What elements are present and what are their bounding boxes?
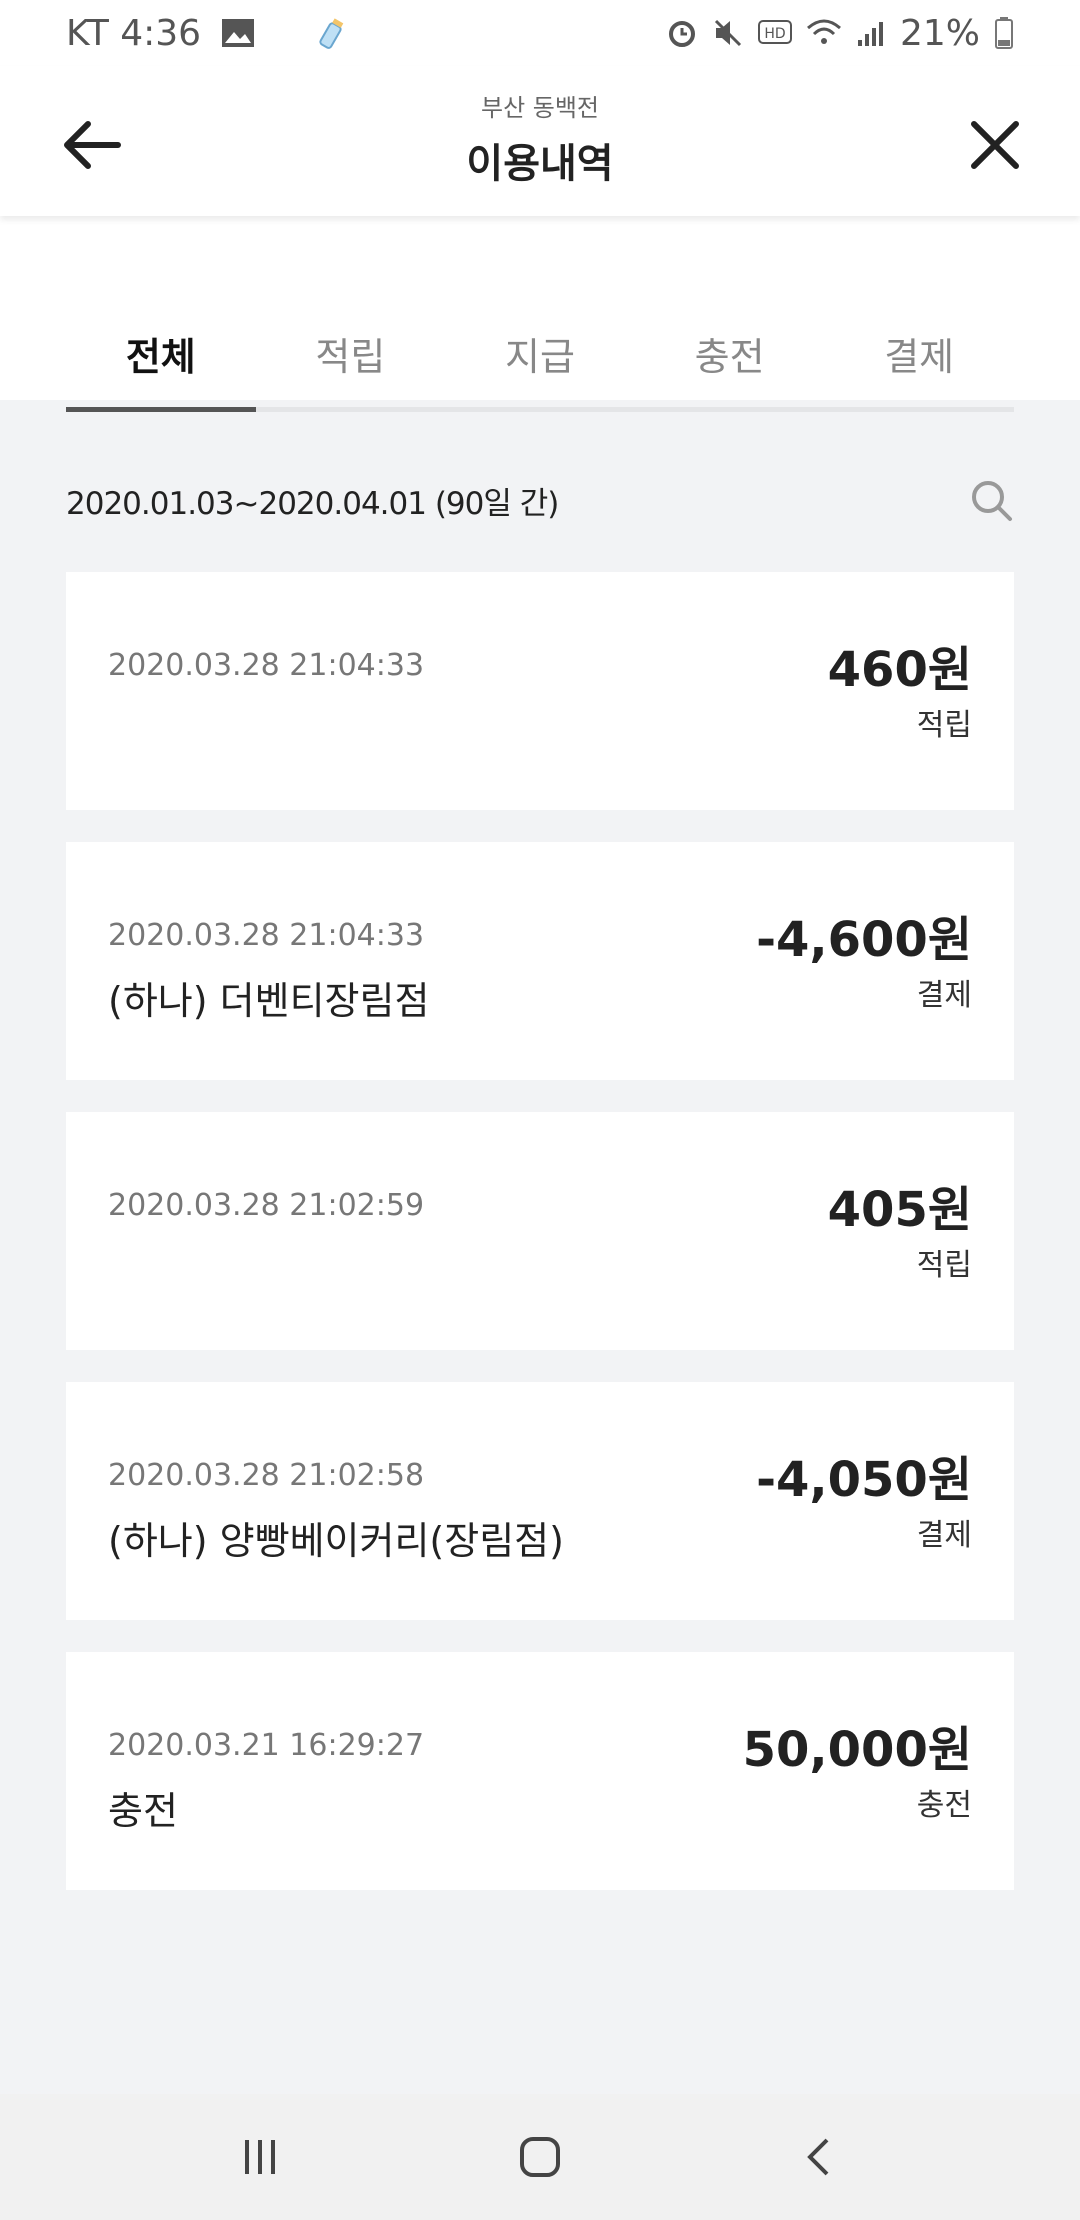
transaction-item[interactable]: 2020.03.21 16:29:27 충전 50,000원 충전 xyxy=(66,1652,1014,1890)
alarm-icon xyxy=(666,17,698,49)
transaction-item[interactable]: 2020.03.28 21:04:33 (하나) 더벤티장림점 -4,600원 … xyxy=(66,842,1014,1080)
transaction-list: 2020.03.28 21:04:33 460원 적립 2020.03.28 2… xyxy=(66,572,1014,1922)
tabs-container: 전체 적립 지급 충전 결제 xyxy=(0,216,1080,412)
status-bar: KT 4:36 HD 21% xyxy=(0,0,1080,66)
tab-payment[interactable]: 결제 xyxy=(824,306,1014,407)
page-title: 이용내역 xyxy=(466,141,614,187)
baby-bottle-icon xyxy=(315,15,349,51)
transaction-type: 적립 xyxy=(916,1248,972,1283)
wifi-icon xyxy=(806,18,842,48)
transaction-type: 결제 xyxy=(916,1518,972,1553)
recent-apps-icon xyxy=(245,2140,275,2174)
transaction-datetime: 2020.03.28 21:04:33 xyxy=(108,918,425,953)
hd-icon: HD xyxy=(757,19,792,47)
transaction-type: 적립 xyxy=(916,708,972,743)
battery-icon xyxy=(994,16,1014,50)
transaction-merchant: 충전 xyxy=(108,1789,178,1833)
close-button[interactable] xyxy=(960,110,1030,180)
transaction-item[interactable]: 2020.03.28 21:02:59 405원 적립 xyxy=(66,1112,1014,1350)
svg-text:HD: HD xyxy=(764,26,785,42)
transaction-datetime: 2020.03.28 21:02:58 xyxy=(108,1458,425,1493)
battery-percent: 21% xyxy=(899,12,980,54)
transaction-datetime: 2020.03.28 21:02:59 xyxy=(108,1188,425,1223)
period-row: 2020.01.03~2020.04.01 (90일 간) xyxy=(66,470,1014,530)
system-nav-bar xyxy=(0,2094,1080,2220)
app-header: 부산 동백전 이용내역 xyxy=(0,66,1080,216)
header-titles: 부산 동백전 이용내역 xyxy=(0,88,1080,189)
tab-charge[interactable]: 충전 xyxy=(635,306,825,407)
header-subtitle: 부산 동백전 xyxy=(480,94,600,122)
back-nav-button[interactable] xyxy=(780,2117,860,2197)
signal-icon xyxy=(856,18,886,48)
search-icon xyxy=(972,481,1012,521)
carrier-time: KT 4:36 xyxy=(66,12,202,54)
transaction-type: 결제 xyxy=(916,978,972,1013)
close-icon xyxy=(971,121,1019,169)
home-button[interactable] xyxy=(500,2117,580,2197)
tab-bar: 전체 적립 지급 충전 결제 xyxy=(66,306,1014,412)
transaction-amount: -4,050원 xyxy=(756,1452,972,1508)
image-icon xyxy=(221,18,255,48)
transaction-amount: 50,000원 xyxy=(742,1722,972,1778)
transaction-amount: 460원 xyxy=(827,642,972,698)
transaction-amount: -4,600원 xyxy=(756,912,972,968)
tab-pay-out[interactable]: 지급 xyxy=(445,306,635,407)
tab-all[interactable]: 전체 xyxy=(66,306,256,412)
transaction-amount: 405원 xyxy=(827,1182,972,1238)
transaction-type: 충전 xyxy=(916,1788,972,1823)
back-nav-icon xyxy=(807,2138,829,2176)
transaction-merchant: (하나) 양빵베이커리(장림점) xyxy=(108,1519,564,1563)
transaction-merchant: (하나) 더벤티장림점 xyxy=(108,979,430,1023)
period-range: 2020.01.03~2020.04.01 (90일 간) xyxy=(66,485,559,522)
tab-earn[interactable]: 적립 xyxy=(256,306,446,407)
transaction-datetime: 2020.03.28 21:04:33 xyxy=(108,648,425,683)
transaction-datetime: 2020.03.21 16:29:27 xyxy=(108,1728,425,1763)
mute-icon xyxy=(712,17,744,49)
transaction-item[interactable]: 2020.03.28 21:02:58 (하나) 양빵베이커리(장림점) -4,… xyxy=(66,1382,1014,1620)
home-icon xyxy=(520,2137,560,2177)
recent-apps-button[interactable] xyxy=(220,2117,300,2197)
search-button[interactable] xyxy=(968,477,1014,523)
transaction-item[interactable]: 2020.03.28 21:04:33 460원 적립 xyxy=(66,572,1014,810)
